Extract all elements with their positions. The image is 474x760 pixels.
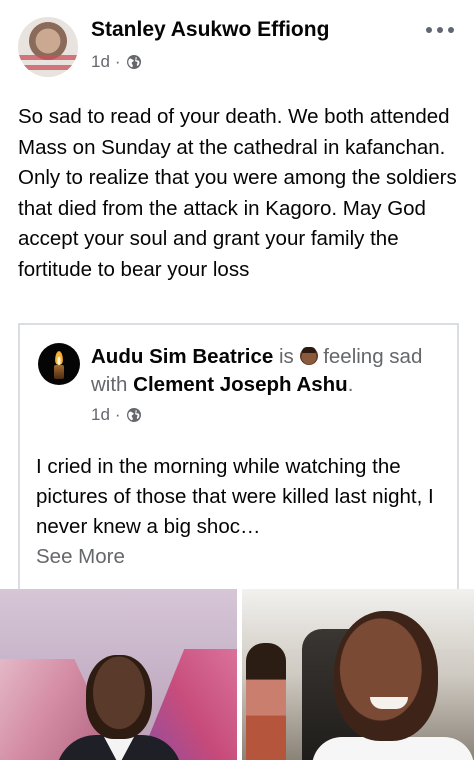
photo-grid xyxy=(0,589,474,760)
shared-post-meta: 1d · xyxy=(91,405,142,425)
shared-post-title: Audu Sim Beatrice is feeling sad with Cl… xyxy=(91,343,451,399)
sad-face-emoji-icon xyxy=(299,347,318,365)
globe-icon xyxy=(126,408,141,422)
post-text: So sad to read of your death. We both at… xyxy=(18,105,457,281)
is-word: is xyxy=(278,345,294,368)
author-name[interactable]: Stanley Asukwo Effiong xyxy=(91,18,329,42)
see-more-link[interactable]: See More xyxy=(36,542,446,572)
post-header: Stanley Asukwo Effiong 1d · xyxy=(0,0,474,90)
photo-man-in-car[interactable] xyxy=(242,589,474,760)
shared-post-time[interactable]: 1d xyxy=(91,405,110,425)
more-options-icon[interactable] xyxy=(426,24,454,36)
shared-post-body: I cried in the morning while watching th… xyxy=(36,455,434,538)
shared-meta-separator: · xyxy=(114,405,121,424)
post-meta: 1d · xyxy=(91,52,142,72)
tagged-person-name[interactable]: Clement Joseph Ashu xyxy=(133,373,348,396)
shared-author-name[interactable]: Audu Sim Beatrice xyxy=(91,345,273,368)
shared-post-card[interactable]: Audu Sim Beatrice is feeling sad with Cl… xyxy=(18,323,459,589)
shared-post-text: I cried in the morning while watching th… xyxy=(36,452,446,572)
author-avatar[interactable] xyxy=(18,17,78,77)
meta-separator: · xyxy=(114,52,121,71)
photo-man-in-church[interactable] xyxy=(0,589,237,760)
title-period: . xyxy=(347,373,354,396)
candle-icon[interactable] xyxy=(38,343,80,385)
globe-icon xyxy=(126,55,141,69)
post-time[interactable]: 1d xyxy=(91,52,110,72)
